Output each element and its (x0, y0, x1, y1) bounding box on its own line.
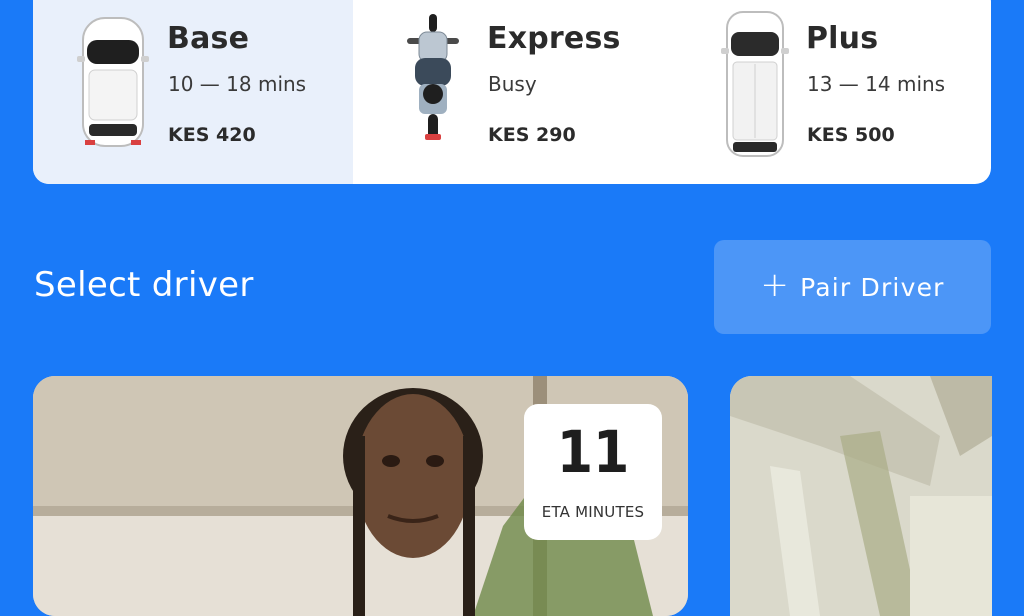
ride-option-price: KES 290 (488, 124, 576, 146)
ride-option-name: Express (487, 21, 621, 56)
motorbike-icon (407, 14, 459, 140)
ride-option-base[interactable]: Base 10 — 18 mins KES 420 (33, 0, 353, 184)
eta-value: 11 (556, 418, 630, 486)
car-hatchback-icon (77, 17, 149, 147)
driver-photo (730, 376, 992, 616)
driver-card[interactable] (730, 376, 992, 616)
pair-driver-button[interactable]: + Pair Driver (714, 240, 991, 334)
ride-option-name: Plus (806, 21, 879, 56)
ride-options-card: Base 10 — 18 mins KES 420 Express Busy K… (33, 0, 991, 184)
select-driver-title: Select driver (34, 265, 254, 305)
driver-card[interactable]: 11 ETA MINUTES (33, 376, 688, 616)
car-wagon-icon (721, 11, 789, 157)
ride-option-plus[interactable]: Plus 13 — 14 mins KES 500 (672, 0, 991, 184)
pair-driver-label: Pair Driver (800, 272, 945, 302)
ride-option-eta: Busy (488, 72, 537, 96)
ride-option-eta: 10 — 18 mins (168, 72, 307, 96)
ride-option-eta: 13 — 14 mins (807, 72, 946, 96)
eta-label: ETA MINUTES (541, 503, 645, 521)
ride-option-express[interactable]: Express Busy KES 290 (353, 0, 672, 184)
ride-option-price: KES 420 (168, 124, 256, 146)
plus-icon: + (760, 265, 791, 305)
ride-option-price: KES 500 (807, 124, 895, 146)
eta-badge: 11 ETA MINUTES (524, 404, 662, 540)
ride-option-name: Base (167, 21, 250, 56)
